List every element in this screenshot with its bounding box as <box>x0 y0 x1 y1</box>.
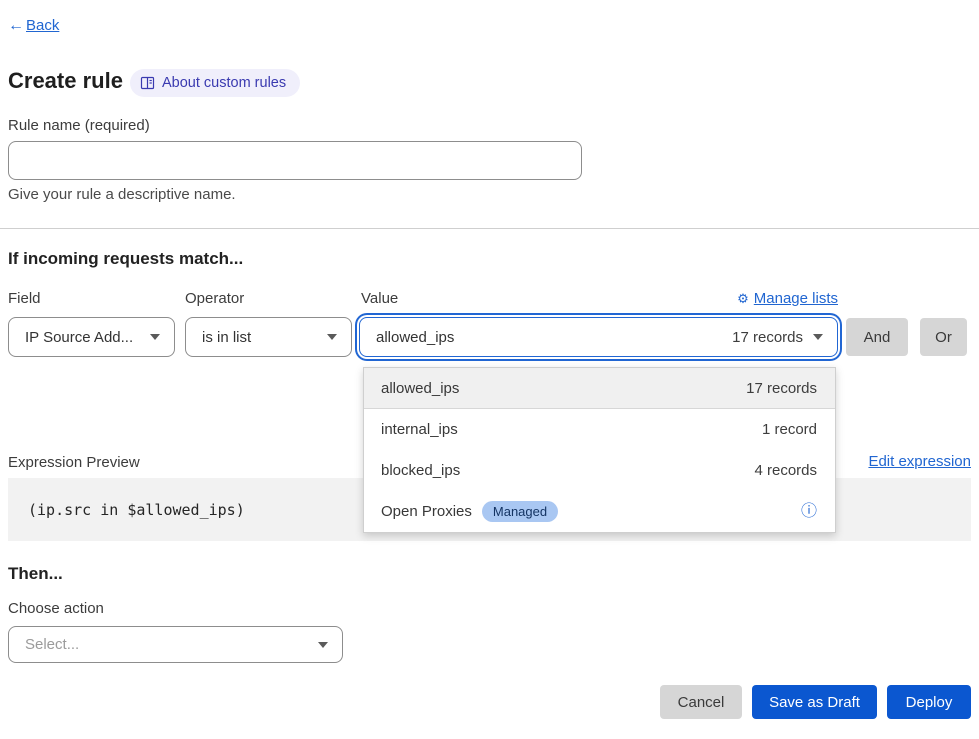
expression-preview-label: Expression Preview <box>8 454 140 471</box>
gear-icon: ⚙ <box>737 291 749 307</box>
action-select[interactable]: Select... <box>8 626 343 663</box>
value-select[interactable]: allowed_ips 17 records <box>359 317 838 357</box>
field-select-value: IP Source Add... <box>25 329 140 346</box>
and-button[interactable]: And <box>846 318 908 356</box>
managed-badge: Managed <box>482 501 558 522</box>
dropdown-item-internal-ips[interactable]: internal_ips 1 record <box>364 409 835 450</box>
cancel-button[interactable]: Cancel <box>660 685 742 719</box>
field-select[interactable]: IP Source Add... <box>8 317 175 357</box>
list-name: allowed_ips <box>381 380 746 397</box>
rule-name-helper-text: Give your rule a descriptive name. <box>8 186 236 203</box>
manage-lists-link[interactable]: ⚙ Manage lists <box>737 290 838 307</box>
chevron-down-icon <box>813 334 823 340</box>
info-icon[interactable]: ⓘ <box>801 504 817 520</box>
chevron-down-icon <box>318 642 328 648</box>
value-select-value: allowed_ips <box>376 329 720 346</box>
or-button[interactable]: Or <box>920 318 967 356</box>
about-custom-rules-link[interactable]: About custom rules <box>130 69 300 97</box>
about-custom-rules-label: About custom rules <box>162 75 286 91</box>
list-records-count: 17 records <box>746 380 817 397</box>
action-select-placeholder: Select... <box>25 636 308 653</box>
deploy-button[interactable]: Deploy <box>887 685 971 719</box>
operator-select[interactable]: is in list <box>185 317 352 357</box>
back-arrow-icon: ← <box>8 17 24 34</box>
edit-expression-link[interactable]: Edit expression <box>868 453 971 470</box>
list-name: internal_ips <box>381 421 762 438</box>
chevron-down-icon <box>150 334 160 340</box>
chevron-down-icon <box>327 334 337 340</box>
list-name: Open Proxies <box>381 503 472 520</box>
save-as-draft-button[interactable]: Save as Draft <box>752 685 877 719</box>
list-name: blocked_ips <box>381 462 754 479</box>
value-select-records-count: 17 records <box>732 329 803 346</box>
expression-code-text: (ip.src in $allowed_ips) <box>28 501 245 519</box>
operator-label: Operator <box>185 290 244 307</box>
list-records-count: 1 record <box>762 421 817 438</box>
create-rule-page: ←Back Create rule About custom rules Rul… <box>0 0 979 739</box>
value-dropdown-menu: allowed_ips 17 records internal_ips 1 re… <box>363 367 836 533</box>
page-title: Create rule <box>8 68 123 94</box>
back-link-label: Back <box>26 17 59 34</box>
field-label: Field <box>8 290 41 307</box>
dropdown-item-blocked-ips[interactable]: blocked_ips 4 records <box>364 450 835 491</box>
value-label: Value <box>361 290 398 307</box>
manage-lists-label: Manage lists <box>754 290 838 307</box>
section-divider <box>0 228 979 229</box>
dropdown-item-open-proxies[interactable]: Open Proxies Managed ⓘ <box>364 491 835 532</box>
then-section-heading: Then... <box>8 564 63 584</box>
book-icon <box>140 76 155 90</box>
rule-name-label: Rule name (required) <box>8 117 150 134</box>
match-section-heading: If incoming requests match... <box>8 249 243 269</box>
list-records-count: 4 records <box>754 462 817 479</box>
back-link[interactable]: ←Back <box>8 17 59 35</box>
dropdown-item-allowed-ips[interactable]: allowed_ips 17 records <box>364 368 835 409</box>
choose-action-label: Choose action <box>8 600 104 617</box>
rule-name-input[interactable] <box>8 141 582 180</box>
operator-select-value: is in list <box>202 329 317 346</box>
